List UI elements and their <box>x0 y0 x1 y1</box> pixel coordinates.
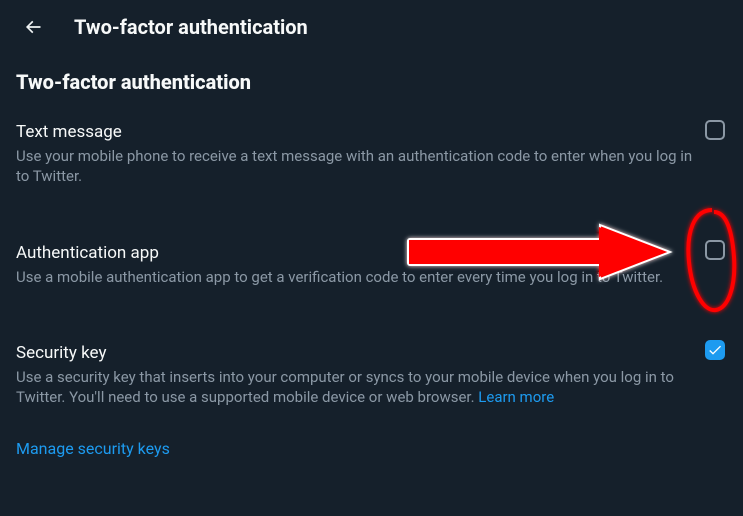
security-key-desc: Use a security key that inserts into you… <box>16 367 696 408</box>
section-title: Two-factor authentication <box>0 54 743 106</box>
auth-app-checkbox[interactable] <box>705 240 725 260</box>
option-text-message: Text message Use your mobile phone to re… <box>0 106 743 203</box>
auth-app-desc: Use a mobile authentication app to get a… <box>16 267 696 287</box>
text-message-title: Text message <box>16 122 727 142</box>
security-key-checkbox[interactable] <box>705 340 725 360</box>
header-title: Two-factor authentication <box>74 15 308 39</box>
option-auth-app: Authentication app Use a mobile authenti… <box>0 203 743 303</box>
option-security-key: Security key Use a security key that ins… <box>0 303 743 424</box>
auth-app-title: Authentication app <box>16 243 727 263</box>
security-key-desc-text: Use a security key that inserts into you… <box>16 368 674 406</box>
learn-more-link[interactable]: Learn more <box>478 388 554 406</box>
back-button[interactable] <box>16 10 50 44</box>
security-key-title: Security key <box>16 343 727 363</box>
text-message-checkbox[interactable] <box>705 120 725 140</box>
manage-security-keys-link[interactable]: Manage security keys <box>0 423 186 468</box>
arrow-left-icon <box>23 17 43 37</box>
text-message-desc: Use your mobile phone to receive a text … <box>16 146 696 187</box>
check-icon <box>707 342 723 358</box>
page-header: Two-factor authentication <box>0 0 743 54</box>
